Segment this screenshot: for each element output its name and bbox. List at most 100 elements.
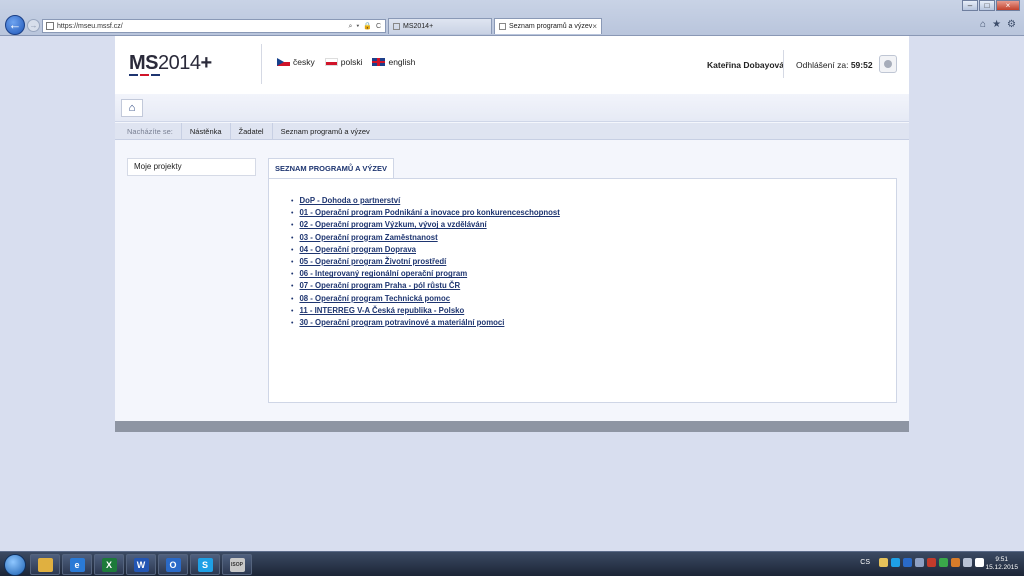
tab-label: Seznam programů a výzev <box>509 23 593 30</box>
tray-outlook-icon[interactable] <box>903 558 912 567</box>
taskbar-internet-explorer[interactable]: e <box>62 554 92 575</box>
tray-skype-icon[interactable] <box>891 558 900 567</box>
logo-bar <box>151 74 160 76</box>
program-link[interactable]: 04 - Operační program Doprava <box>299 245 416 254</box>
lang-czech-link[interactable]: česky <box>277 57 315 67</box>
window-controls: – □ × <box>961 0 1020 11</box>
program-link[interactable]: 07 - Operační program Praha - pól růstu … <box>299 281 460 290</box>
settings-gear-icon[interactable]: ⚙ <box>1007 19 1016 30</box>
address-bar[interactable]: https://mseu.mssf.cz/ ⌕ ▾ 🔒 C <box>42 19 386 33</box>
list-item: 11 - INTERREG V-A Česká republika - Pols… <box>291 305 560 317</box>
taskbar-outlook[interactable]: O <box>158 554 188 575</box>
ms2014-logo[interactable]: MS2014+ <box>129 52 212 75</box>
isop-icon: ISOP <box>229 557 245 572</box>
breadcrumb-item-current: Seznam programů a výzev <box>271 122 378 140</box>
list-item: 06 - Integrovaný regionální operační pro… <box>291 268 560 280</box>
list-item: 01 - Operační program Podnikání a inovac… <box>291 207 559 219</box>
language-switcher: česky polski english <box>277 57 415 67</box>
user-name[interactable]: Kateřina Dobayová <box>707 60 784 70</box>
excel-icon: X <box>101 557 117 572</box>
tray-update-icon[interactable] <box>939 558 948 567</box>
logout-timer: Odhlášení za: 59:52 <box>796 60 873 70</box>
tab-favicon-icon <box>393 23 400 30</box>
taskbar-apps: e X W O S ISOP <box>30 554 252 575</box>
logo-bar <box>140 74 149 76</box>
lang-label: polski <box>340 57 363 67</box>
taskbar-excel[interactable]: X <box>94 554 124 575</box>
browser-toolbar-icons: ⌂ ★ ⚙ <box>980 19 1016 30</box>
taskbar-isop[interactable]: ISOP <box>222 554 252 575</box>
favorites-star-icon[interactable]: ★ <box>992 19 1001 30</box>
tray-security-icon[interactable] <box>927 558 936 567</box>
taskbar-explorer[interactable] <box>30 554 60 575</box>
program-link[interactable]: 05 - Operační program Životní prostředí <box>299 257 446 266</box>
address-tools[interactable]: ⌕ ▾ 🔒 C <box>349 22 385 31</box>
start-button[interactable] <box>4 554 26 576</box>
logo-year: 2014 <box>158 52 201 74</box>
program-link[interactable]: 01 - Operační program Podnikání a inovac… <box>299 208 559 217</box>
tab-close-icon[interactable]: × <box>592 22 597 31</box>
page-footer <box>115 421 909 432</box>
logo-plus: + <box>200 52 213 74</box>
tray-mail-icon[interactable] <box>879 558 888 567</box>
tray-volume-icon[interactable] <box>963 558 972 567</box>
forward-button[interactable]: → <box>27 19 40 32</box>
lang-english-link[interactable]: english <box>372 57 415 67</box>
site-favicon-icon <box>46 22 54 30</box>
program-link[interactable]: 11 - INTERREG V-A Česká republika - Pols… <box>299 306 464 315</box>
logout-label: Odhlášení za: <box>796 60 849 70</box>
close-window-button[interactable]: × <box>996 0 1020 11</box>
programs-panel: DoP - Dohoda o partnerství 01 - Operační… <box>268 178 897 403</box>
list-item: 30 - Operační program potravinové a mate… <box>291 317 560 329</box>
skype-icon: S <box>197 557 213 572</box>
list-item: 03 - Operační program Zaměstnanost <box>291 232 560 244</box>
home-icon[interactable]: ⌂ <box>980 19 986 30</box>
logout-power-button[interactable] <box>879 55 897 73</box>
list-item: 08 - Operační program Technická pomoc <box>291 293 560 305</box>
taskbar-clock[interactable]: 9:51 15.12.2015 <box>985 556 1018 572</box>
lang-label: česky <box>293 57 315 67</box>
czech-flag-icon <box>277 58 290 66</box>
keyboard-language[interactable]: CS <box>860 559 870 566</box>
sidebar-my-projects[interactable]: Moje projekty <box>127 158 256 176</box>
tray-network-icon[interactable] <box>915 558 924 567</box>
tray-flag-icon[interactable] <box>975 558 984 567</box>
polish-flag-icon <box>324 58 338 66</box>
program-link[interactable]: 03 - Operační program Zaměstnanost <box>299 233 437 242</box>
back-button[interactable]: ← <box>5 15 25 35</box>
main-toolbar: ⌂ <box>115 94 909 122</box>
breadcrumb: Nacházíte se: Nástěnka Žadatel Seznam pr… <box>115 122 909 140</box>
home-button[interactable]: ⌂ <box>121 99 143 117</box>
program-link[interactable]: 08 - Operační program Technická pomoc <box>299 294 450 303</box>
address-url[interactable]: https://mseu.mssf.cz/ <box>57 23 349 30</box>
logo-bars <box>129 74 160 76</box>
internet-explorer-icon: e <box>69 557 85 572</box>
program-list: DoP - Dohoda o partnerství 01 - Operační… <box>291 195 560 329</box>
tab-favicon-icon <box>499 23 506 30</box>
taskbar-skype[interactable]: S <box>190 554 220 575</box>
header-divider <box>261 44 262 84</box>
breadcrumb-item-nastenka[interactable]: Nástěnka <box>180 122 230 140</box>
uk-flag-icon <box>372 58 386 66</box>
list-item: 05 - Operační program Životní prostředí <box>291 256 560 268</box>
program-link[interactable]: 02 - Operační program Výzkum, vývoj a vz… <box>299 220 486 229</box>
tab-seznam-programu[interactable]: Seznam programů a výzev × <box>494 18 602 34</box>
program-link[interactable]: DoP - Dohoda o partnerství <box>299 196 400 205</box>
tab-ms2014[interactable]: MS2014+ <box>388 18 492 34</box>
panel-title-tab: SEZNAM PROGRAMŮ A VÝZEV <box>268 158 394 179</box>
minimize-button[interactable]: – <box>962 0 978 11</box>
header-divider <box>783 50 784 78</box>
program-link[interactable]: 06 - Integrovaný regionální operační pro… <box>299 269 467 278</box>
taskbar: e X W O S ISOP CS 9:51 15.12.2015 <box>0 551 1024 576</box>
tray-app-icon[interactable] <box>951 558 960 567</box>
lang-polish-link[interactable]: polski <box>324 57 363 67</box>
logout-countdown: 59:52 <box>850 60 873 70</box>
breadcrumb-item-zadatel[interactable]: Žadatel <box>229 122 272 140</box>
program-link[interactable]: 30 - Operační program potravinové a mate… <box>299 318 504 327</box>
list-item: 02 - Operační program Výzkum, vývoj a vz… <box>291 219 560 231</box>
clock-time: 9:51 <box>995 556 1009 563</box>
logo-bar <box>129 74 138 76</box>
clock-date: 15.12.2015 <box>985 564 1018 571</box>
maximize-button[interactable]: □ <box>979 0 995 11</box>
taskbar-word[interactable]: W <box>126 554 156 575</box>
